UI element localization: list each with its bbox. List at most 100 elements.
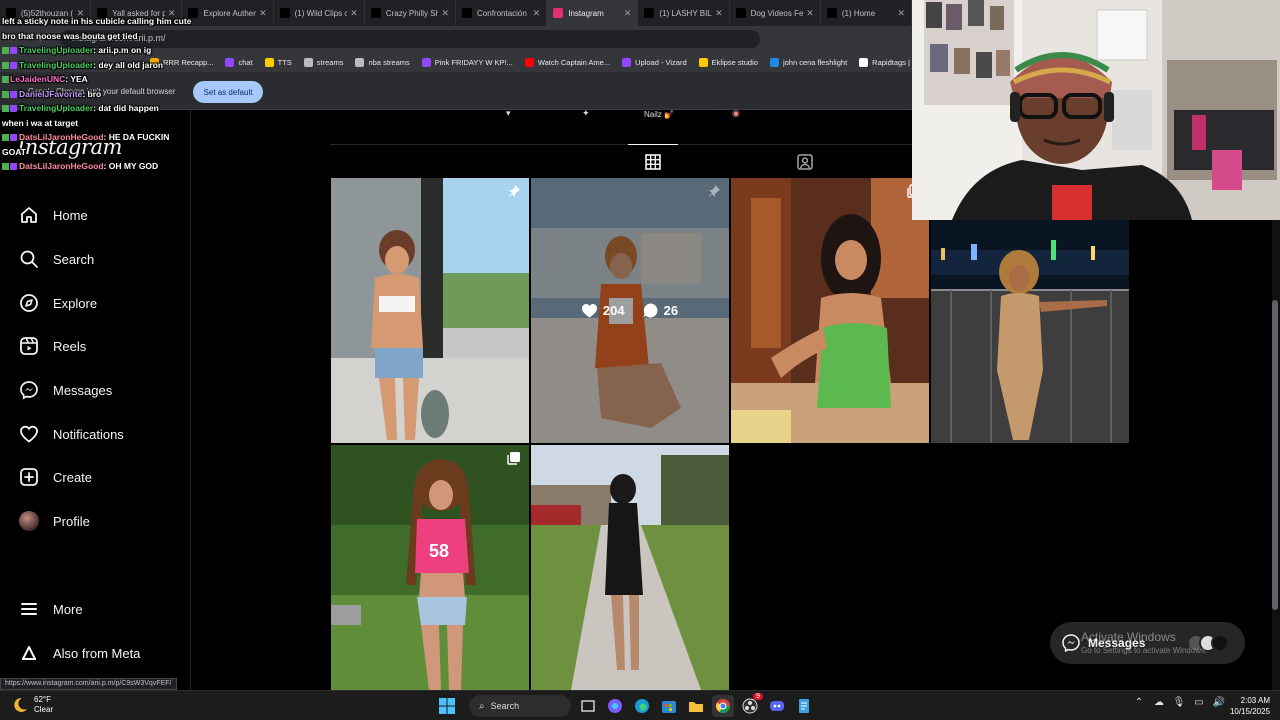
chrome-icon[interactable]	[712, 695, 734, 717]
nav-explore[interactable]: Explore	[10, 284, 180, 322]
taskbar-search-label: Search	[490, 701, 520, 711]
browser-tab[interactable]: (1) Wild Clips o ✕	[274, 0, 365, 26]
onedrive-icon[interactable]: ☁	[1152, 695, 1166, 709]
browser-tab[interactable]: (1) LASHY BILL ✕	[638, 0, 730, 26]
bookmark-item[interactable]: TTS	[264, 57, 292, 67]
bookmark-item[interactable]: Eklipse studio	[698, 57, 758, 67]
bookmark-item[interactable]: nba streams	[355, 57, 410, 67]
browser-tab[interactable]: Confrontación ✕	[456, 0, 548, 26]
close-tab-icon[interactable]: ✕	[715, 8, 723, 19]
chat-text: arii.p.m on ig	[98, 45, 152, 55]
comment-icon	[643, 303, 658, 318]
nav-search[interactable]: Search	[10, 240, 180, 278]
taskbar-clock[interactable]: 2:03 AM 10/15/2025	[1226, 695, 1270, 717]
highlight-icon[interactable]: ✦	[582, 108, 590, 119]
chat-text: bro that noose was bouta get tied	[2, 30, 138, 41]
nav-more[interactable]: More	[10, 590, 180, 628]
volume-icon[interactable]: 🔊	[1212, 695, 1226, 709]
nav-create[interactable]: Create	[10, 458, 180, 496]
chat-message: TravelingUploader: dat did happen	[2, 101, 217, 116]
close-tab-icon[interactable]: ✕	[441, 8, 449, 19]
task-view-icon[interactable]	[577, 695, 599, 717]
tab-tagged[interactable]	[780, 145, 830, 179]
network-icon[interactable]: ▭	[1192, 695, 1206, 709]
chat-text: left a sticky note in his cubicle callin…	[2, 16, 192, 26]
file-explorer-icon[interactable]	[685, 695, 707, 717]
bookmark-item[interactable]: Pink FRIDAYY W KP!...	[421, 57, 513, 67]
weather-widget[interactable]: 62°F Clear	[12, 695, 53, 715]
bookmark-favicon-icon	[622, 57, 632, 67]
chat-message: bro that noose was bouta get tied	[2, 29, 217, 44]
close-tab-icon[interactable]: ✕	[259, 8, 267, 19]
pin-icon	[709, 185, 720, 197]
windows-start-icon[interactable]	[436, 695, 458, 717]
bookmark-item[interactable]: chat	[225, 57, 253, 67]
discord-icon[interactable]	[766, 695, 788, 717]
tab-title: Dog Videos Fe	[750, 8, 804, 18]
close-tab-icon[interactable]: ✕	[533, 8, 541, 19]
browser-tab[interactable]: (1) Home ✕	[821, 0, 913, 26]
nav-label: Search	[53, 251, 95, 267]
chat-text: when i wa at target	[2, 117, 79, 128]
chat-username: TravelingUploader	[19, 59, 94, 70]
post-photo	[331, 178, 529, 443]
post-thumbnail[interactable]	[331, 178, 529, 443]
post-thumbnail[interactable]: 58	[331, 445, 529, 690]
post-thumbnail[interactable]	[931, 220, 1129, 443]
highlight-label[interactable]: Nailz 💅	[644, 110, 674, 119]
nav-messages[interactable]: Messages	[10, 371, 180, 409]
bookmark-favicon-icon	[859, 57, 869, 67]
chat-text: HE DA FUCKIN	[108, 132, 170, 142]
bookmark-label: TTS	[277, 57, 292, 67]
close-tab-icon[interactable]: ✕	[350, 8, 358, 19]
chevron-up-icon[interactable]: ⌃	[1132, 695, 1146, 709]
nav-notifications[interactable]: Notifications	[10, 415, 180, 453]
bookmark-item[interactable]: streams	[303, 57, 343, 67]
system-tray: ⌃ ☁ 🎙 ▭ 🔊	[1132, 695, 1232, 709]
reels-icon	[18, 335, 40, 357]
comments-value: 26	[663, 303, 679, 318]
tab-favicon-icon	[279, 8, 290, 18]
svg-text:58: 58	[429, 541, 449, 561]
close-tab-icon[interactable]: ✕	[624, 8, 632, 19]
post-thumbnail[interactable]	[731, 178, 929, 443]
bookmark-label: john cena fleshlight	[782, 57, 848, 67]
store-icon[interactable]	[658, 695, 680, 717]
close-tab-icon[interactable]: ✕	[897, 8, 905, 19]
meta-grid-icon	[18, 642, 40, 664]
streamer-webcam	[912, 0, 1280, 220]
page-scrollbar[interactable]	[1272, 220, 1280, 690]
post-thumbnail[interactable]: 204 26	[531, 178, 729, 443]
bookmark-item[interactable]: john cena fleshlight	[769, 57, 848, 67]
highlight-icon[interactable]: ◉	[732, 108, 740, 119]
nav-label: Create	[53, 469, 93, 485]
highlight-icon[interactable]: ▾	[506, 108, 511, 119]
browser-tab[interactable]: Instagram ✕	[547, 0, 639, 26]
bookmark-label: chat	[238, 57, 253, 67]
weather-temp: 62°F	[34, 695, 51, 704]
heart-icon	[18, 423, 40, 445]
taskbar-search-box[interactable]: ⌕ Search	[469, 695, 571, 717]
post-thumbnail[interactable]	[531, 445, 729, 690]
bookmark-item[interactable]: Upload - Vizard	[622, 57, 687, 67]
copilot-icon[interactable]	[604, 695, 626, 717]
nav-label: Home	[53, 207, 88, 223]
close-tab-icon[interactable]: ✕	[806, 8, 814, 19]
microphone-icon[interactable]: 🎙	[1172, 695, 1186, 709]
tab-posts[interactable]	[628, 144, 678, 178]
messages-icon	[18, 379, 40, 401]
obs-icon[interactable]: 9	[739, 693, 763, 717]
nav-reels[interactable]: Reels	[10, 327, 180, 365]
bookmark-item[interactable]: Watch Captain Ame...	[524, 57, 610, 67]
bookmark-label: Upload - Vizard	[635, 57, 687, 67]
nav-home[interactable]: Home	[10, 196, 180, 234]
create-icon	[18, 466, 40, 488]
nav-profile[interactable]: Profile	[10, 502, 180, 540]
chat-badge-icon	[2, 47, 9, 54]
notepad-icon[interactable]	[793, 695, 815, 717]
browser-tab[interactable]: Dog Videos Fe ✕	[730, 0, 821, 26]
scrollbar-thumb[interactable]	[1272, 300, 1278, 610]
nav-also-from-meta[interactable]: Also from Meta	[10, 634, 180, 672]
edge-icon[interactable]	[631, 695, 653, 717]
browser-tab[interactable]: Crazy Philly Sh ✕	[365, 0, 457, 26]
